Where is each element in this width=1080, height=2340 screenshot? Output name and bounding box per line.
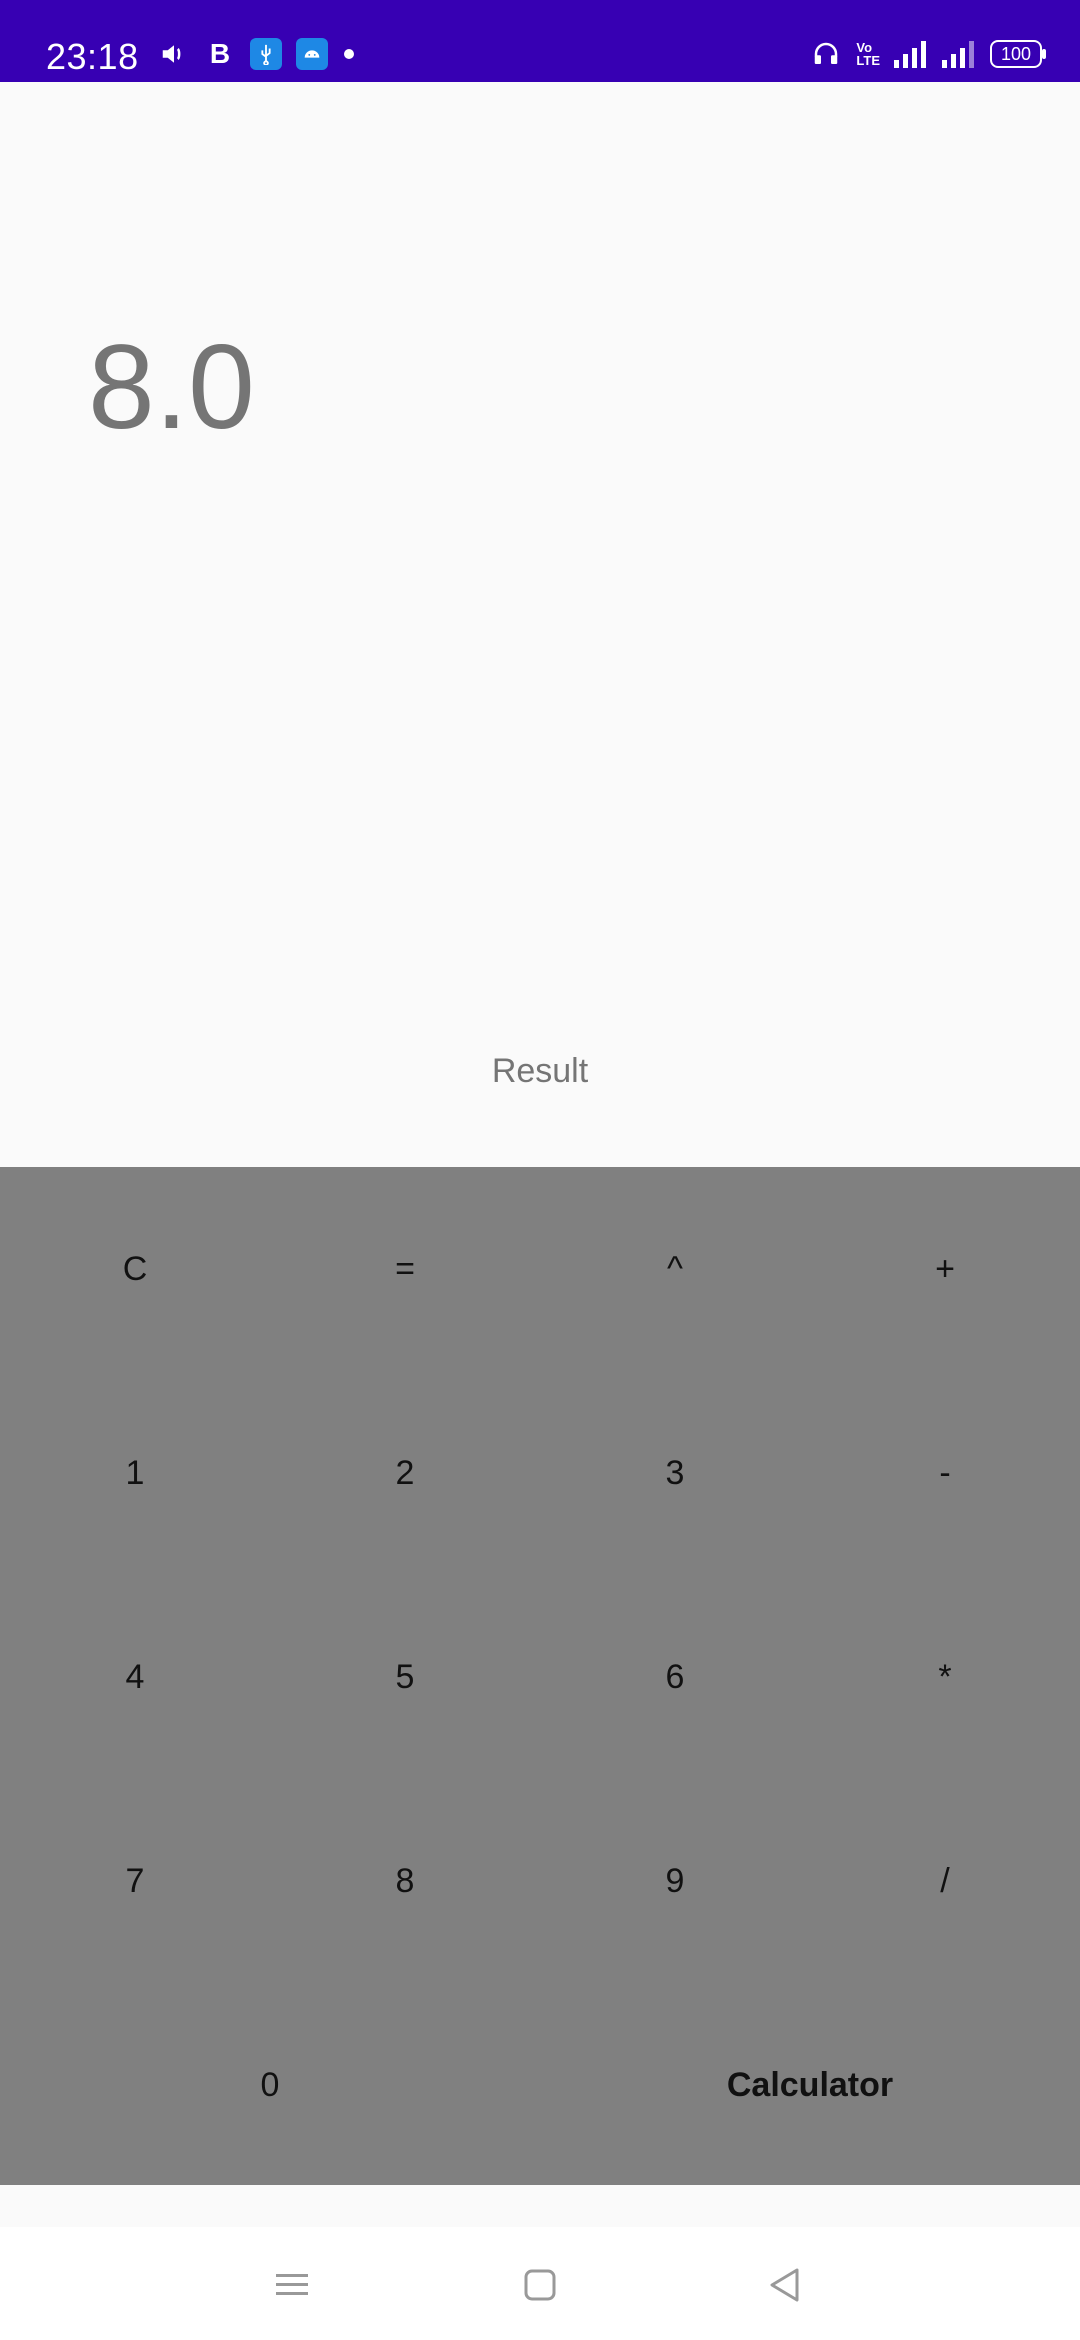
back-icon[interactable] <box>755 2255 815 2315</box>
status-time: 23:18 <box>46 36 139 77</box>
headset-icon <box>810 38 842 70</box>
status-left-icons: B <box>158 38 356 70</box>
key-equals[interactable]: = <box>270 1167 540 1371</box>
home-icon[interactable] <box>510 2255 570 2315</box>
android-icon <box>296 38 328 70</box>
key-3[interactable]: 3 <box>540 1371 810 1575</box>
key-divide[interactable]: / <box>810 1779 1080 1983</box>
key-6[interactable]: 6 <box>540 1575 810 1779</box>
signal-4g-icon <box>942 40 976 68</box>
nav-bar <box>0 2227 1080 2340</box>
key-8[interactable]: 8 <box>270 1779 540 1983</box>
signal-icon <box>894 40 928 68</box>
display-area: 8.0 Result <box>0 82 1080 1167</box>
notification-dot-icon <box>342 47 356 61</box>
key-plus[interactable]: + <box>810 1167 1080 1371</box>
volume-icon <box>158 38 190 70</box>
key-clear[interactable]: C <box>0 1167 270 1371</box>
key-power[interactable]: ^ <box>540 1167 810 1371</box>
volte-icon: Vo LTE <box>856 41 880 67</box>
key-minus[interactable]: - <box>810 1371 1080 1575</box>
b-icon: B <box>209 38 231 69</box>
key-multiply[interactable]: * <box>810 1575 1080 1779</box>
keypad: C = ^ + 1 2 3 - 4 5 6 * 7 8 9 / 0 Calcul… <box>0 1167 1080 2185</box>
calculate-button[interactable]: Calculator <box>540 1983 1080 2187</box>
battery-icon: 100 <box>990 40 1046 68</box>
key-1[interactable]: 1 <box>0 1371 270 1575</box>
volte-bottom-label: LTE <box>856 53 880 68</box>
key-0[interactable]: 0 <box>0 1983 540 2187</box>
key-5[interactable]: 5 <box>270 1575 540 1779</box>
bottom-spacer <box>0 2185 1080 2227</box>
key-2[interactable]: 2 <box>270 1371 540 1575</box>
result-label: Result <box>491 1052 589 1090</box>
key-9[interactable]: 9 <box>540 1779 810 1983</box>
status-bar: 23:18 B Vo LTE 100 <box>0 0 1080 82</box>
usb-icon <box>250 38 282 70</box>
status-right-icons: Vo LTE 100 <box>810 38 1046 70</box>
key-4[interactable]: 4 <box>0 1575 270 1779</box>
key-7[interactable]: 7 <box>0 1779 270 1983</box>
display-value: 8.0 <box>88 320 255 454</box>
menu-icon[interactable] <box>262 2255 322 2315</box>
